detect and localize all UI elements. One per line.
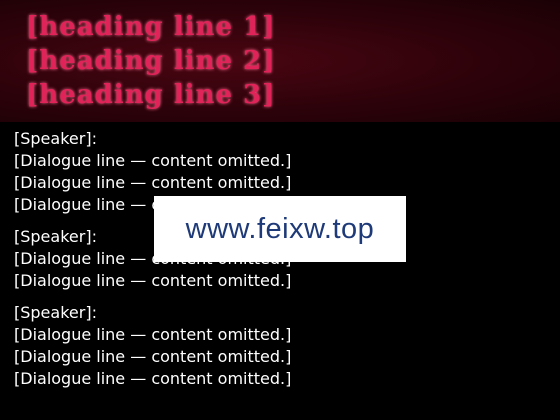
watermark-overlay: www.feixw.top: [154, 196, 406, 262]
banner-line-3: [heading line 3]: [26, 80, 276, 110]
dialogue-line: [Dialogue line — content omitted.]: [14, 369, 292, 388]
speaker-name: [Speaker]:: [14, 129, 97, 148]
dialogue-line: [Dialogue line — content omitted.]: [14, 151, 292, 170]
watermark-text: www.feixw.top: [185, 212, 375, 245]
dialogue-line: [Dialogue line — content omitted.]: [14, 271, 292, 290]
speaker-name: [Speaker]:: [14, 303, 97, 322]
title-banner: [heading line 1] [heading line 2] [headi…: [0, 0, 560, 122]
dialogue-text: [Speaker]: [Dialogue line — content omit…: [14, 128, 550, 400]
dialogue-line: [Dialogue line — content omitted.]: [14, 347, 292, 366]
dialogue-block: [Speaker]: [Dialogue line — content omit…: [14, 302, 550, 390]
dialogue-line: [Dialogue line — content omitted.]: [14, 325, 292, 344]
banner-line-2: [heading line 2]: [26, 46, 276, 76]
dialogue-line: [Dialogue line — content omitted.]: [14, 173, 292, 192]
banner-line-1: [heading line 1]: [26, 12, 276, 42]
